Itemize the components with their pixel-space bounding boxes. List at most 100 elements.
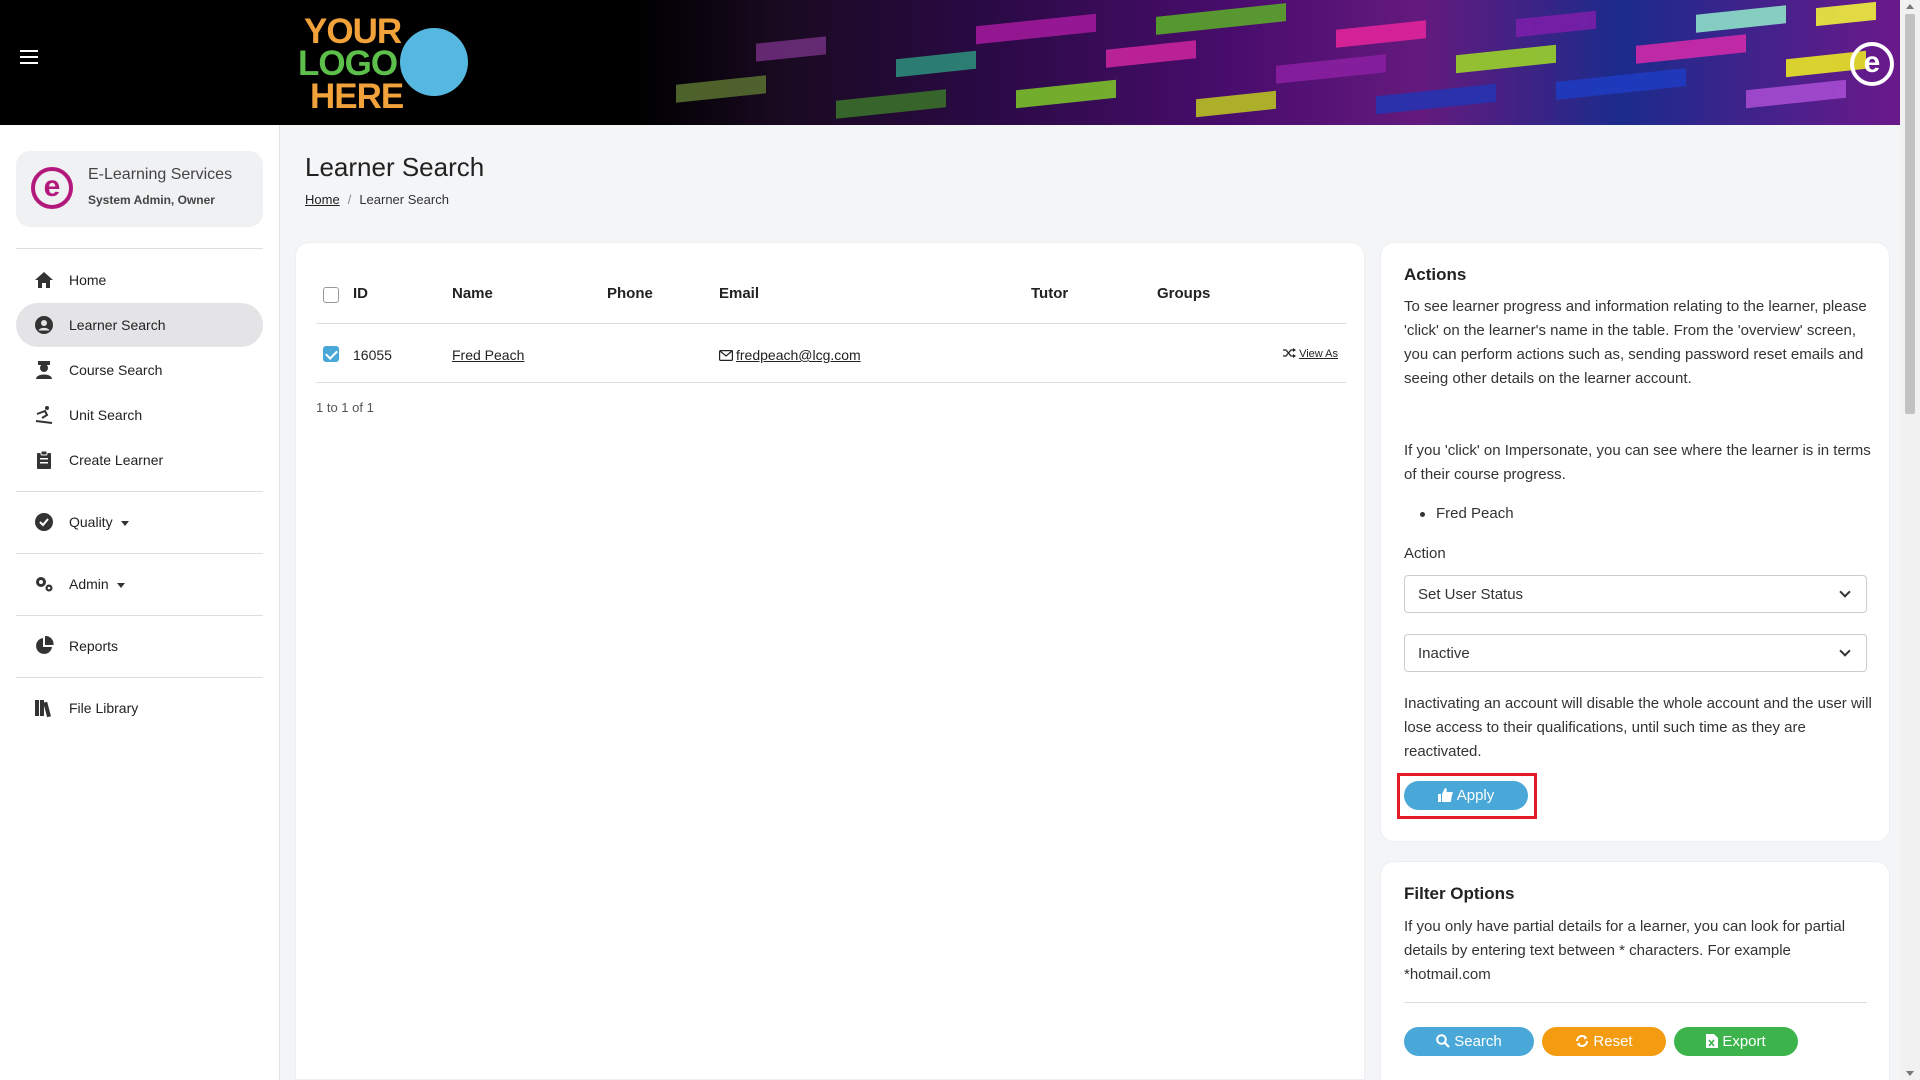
sidebar-divider: [16, 553, 263, 554]
skier-icon: [35, 406, 53, 424]
sidebar-item-label: Learner Search: [69, 317, 166, 333]
sidebar-divider: [16, 677, 263, 678]
breadcrumb-current: Learner Search: [359, 192, 449, 207]
selected-learner-item: Fred Peach: [1420, 505, 1514, 522]
table-row: 16055 Fred Peach fredpeach@lcg.com View …: [316, 324, 1346, 383]
refresh-icon: [1576, 1035, 1589, 1047]
column-header-email[interactable]: Email: [719, 285, 759, 302]
status-select[interactable]: Inactive: [1404, 634, 1867, 672]
scroll-down-icon[interactable]: [1906, 1071, 1914, 1076]
pie-chart-icon: [36, 636, 54, 654]
sidebar-item-admin[interactable]: Admin: [16, 562, 263, 606]
home-icon: [35, 272, 53, 288]
sidebar-item-learner-search[interactable]: Learner Search: [16, 303, 263, 347]
breadcrumb-home-link[interactable]: Home: [305, 192, 340, 207]
search-icon: [1436, 1034, 1451, 1048]
view-as-link[interactable]: View As: [1283, 348, 1338, 360]
actions-title: Actions: [1404, 265, 1467, 284]
profile-name: E-Learning Services: [88, 166, 233, 183]
actions-intro-text: To see learner progress and information …: [1404, 298, 1867, 387]
sidebar-item-label-text: Quality: [69, 514, 113, 530]
books-icon: [35, 700, 52, 718]
menu-toggle-icon[interactable]: [20, 50, 38, 64]
sidebar-divider: [16, 491, 263, 492]
inactivate-warning-text: Inactivating an account will disable the…: [1404, 695, 1872, 760]
caret-down-icon: [116, 582, 125, 588]
avatar: e: [31, 167, 73, 209]
column-header-groups[interactable]: Groups: [1157, 285, 1210, 302]
sidebar-divider: [16, 615, 263, 616]
brand-e-icon: e: [1850, 42, 1894, 86]
pagination-info: 1 to 1 of 1: [316, 400, 374, 415]
logo-line-3: HERE: [310, 77, 404, 116]
sidebar: e E-Learning Services System Admin, Owne…: [0, 125, 280, 1080]
reset-button[interactable]: Reset: [1542, 1027, 1666, 1056]
sidebar-item-label: Reports: [69, 638, 119, 654]
breadcrumb: Home / Learner Search: [305, 192, 449, 207]
reset-button-label: Reset: [1593, 1033, 1633, 1050]
column-header-id[interactable]: ID: [353, 285, 368, 302]
thumbs-up-icon: [1437, 788, 1453, 802]
export-button[interactable]: Export: [1674, 1027, 1798, 1056]
sidebar-item-label: Quality: [69, 514, 129, 530]
learner-table-card: ID Name Phone Email Tutor Groups 16055 F…: [295, 242, 1365, 1080]
sidebar-item-create-learner[interactable]: Create Learner: [16, 438, 263, 482]
apply-button-label: Apply: [1456, 787, 1495, 804]
sidebar-item-label-text: Admin: [69, 576, 109, 592]
select-all-checkbox[interactable]: [323, 287, 339, 303]
caret-down-icon: [120, 520, 129, 526]
user-profile-card[interactable]: e E-Learning Services System Admin, Owne…: [16, 151, 263, 227]
clipboard-icon: [37, 450, 51, 469]
learner-email-link[interactable]: fredpeach@lcg.com: [736, 347, 861, 363]
chevron-down-icon: [1839, 645, 1851, 657]
filter-divider: [1404, 1002, 1867, 1003]
graduate-icon: [36, 361, 52, 379]
sidebar-item-label: File Library: [69, 700, 139, 716]
column-header-name[interactable]: Name: [452, 285, 493, 302]
sidebar-item-home[interactable]: Home: [16, 258, 263, 302]
view-as-label: View As: [1299, 348, 1338, 360]
header-banner-image: [636, 0, 1900, 125]
actions-impersonate-text: If you 'click' on Impersonate, you can s…: [1404, 442, 1871, 483]
profile-role: System Admin, Owner: [88, 193, 215, 207]
logo-line-2: LOGO: [298, 44, 398, 83]
sidebar-item-label: Home: [69, 272, 107, 288]
logo-circle: [400, 28, 468, 96]
scroll-up-icon[interactable]: [1906, 4, 1914, 9]
envelope-icon: [719, 350, 734, 362]
user-circle-icon: [35, 316, 53, 334]
sidebar-item-file-library[interactable]: File Library: [16, 686, 263, 730]
sidebar-divider: [16, 248, 263, 249]
search-button-label: Search: [1454, 1033, 1502, 1050]
chevron-down-icon: [1839, 586, 1851, 598]
sidebar-item-quality[interactable]: Quality: [16, 500, 263, 544]
sidebar-item-label: Create Learner: [69, 452, 164, 468]
top-header: YOUR LOGO HERE e: [0, 0, 1900, 125]
action-select[interactable]: Set User Status: [1404, 575, 1867, 613]
column-header-tutor[interactable]: Tutor: [1031, 285, 1068, 302]
table-header: ID Name Phone Email Tutor Groups: [316, 243, 1346, 324]
row-id: 16055: [353, 347, 392, 363]
file-excel-icon: [1706, 1034, 1719, 1048]
status-select-value: Inactive: [1418, 645, 1470, 662]
learner-name-link[interactable]: Fred Peach: [452, 347, 524, 363]
search-button[interactable]: Search: [1404, 1027, 1534, 1056]
apply-button[interactable]: Apply: [1404, 781, 1528, 810]
shuffle-icon: [1283, 348, 1297, 358]
gears-icon: [36, 577, 53, 592]
sidebar-item-course-search[interactable]: Course Search: [16, 348, 263, 392]
scrollbar-thumb[interactable]: [1905, 14, 1915, 414]
row-checkbox[interactable]: [323, 346, 339, 362]
sidebar-item-unit-search[interactable]: Unit Search: [16, 393, 263, 437]
sidebar-item-reports[interactable]: Reports: [16, 624, 263, 668]
sidebar-item-label: Unit Search: [69, 407, 143, 423]
sidebar-item-label: Admin: [69, 576, 125, 592]
column-header-phone[interactable]: Phone: [607, 285, 653, 302]
action-field-label: Action: [1404, 545, 1446, 562]
sidebar-item-label: Course Search: [69, 362, 163, 378]
filter-options-card: Filter Options If you only have partial …: [1380, 861, 1890, 1080]
logo: YOUR LOGO HERE: [296, 12, 496, 116]
actions-card: Actions To see learner progress and info…: [1380, 242, 1890, 842]
page-title: Learner Search: [305, 152, 485, 182]
page-scrollbar[interactable]: [1900, 0, 1920, 1080]
